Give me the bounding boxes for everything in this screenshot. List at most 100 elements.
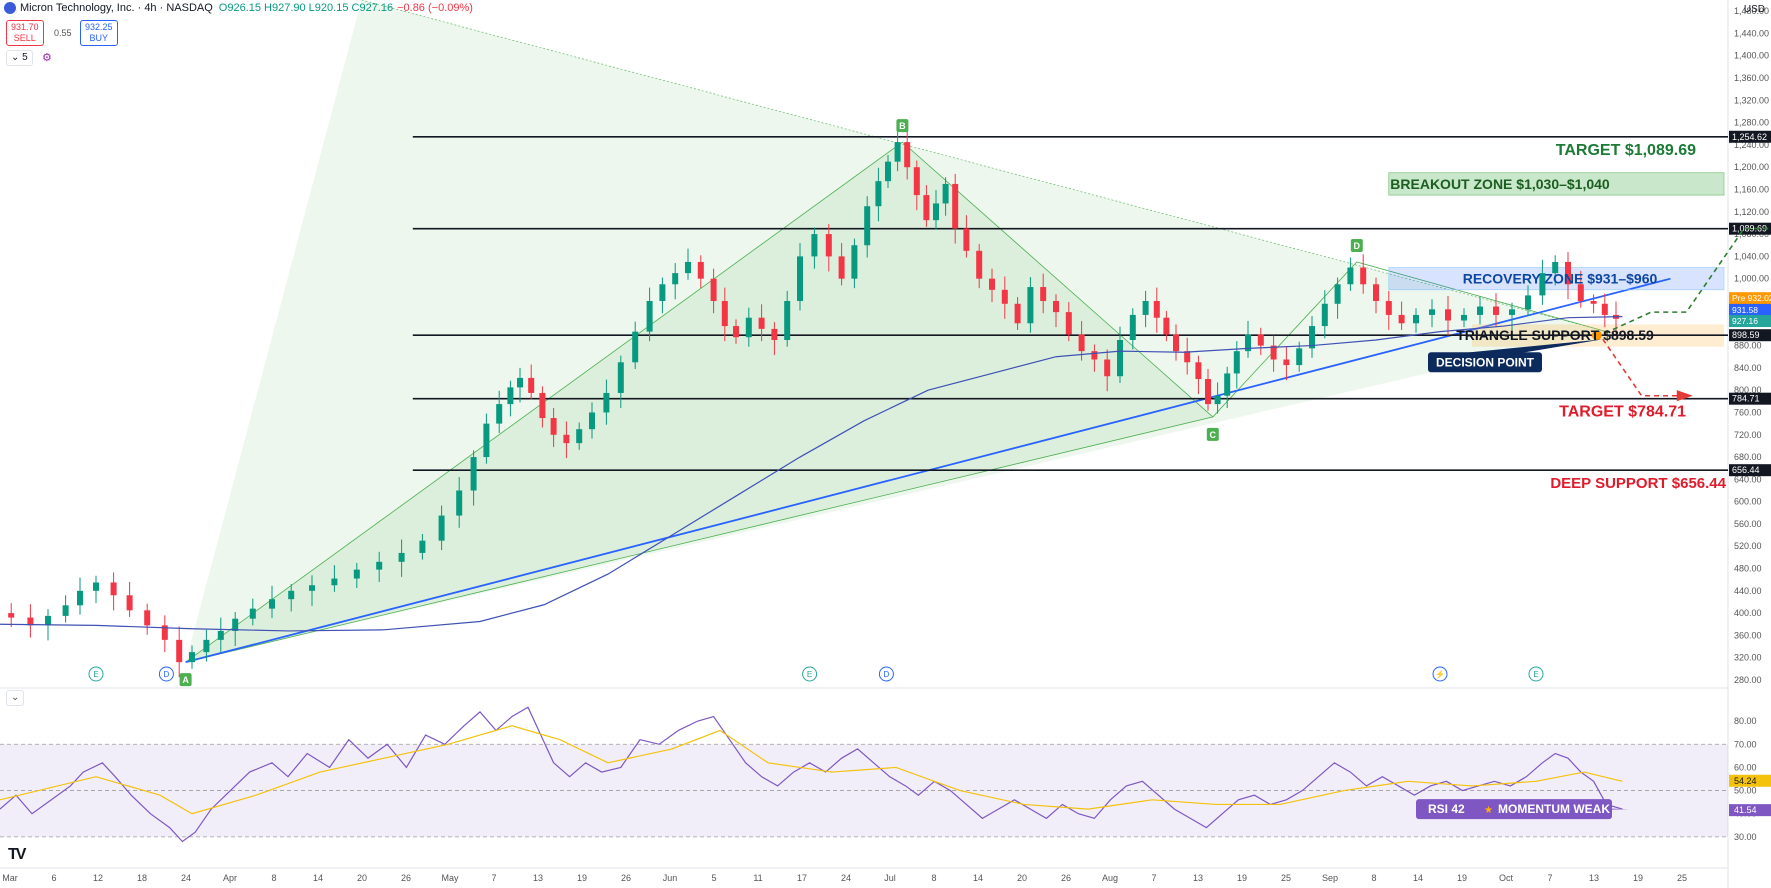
spread-value: 0.55 [54,28,72,38]
time-tick-label: 20 [1017,873,1027,883]
time-tick-label: Sep [1322,873,1338,883]
price-tick-label: 360.00 [1734,630,1762,640]
chevron-down-icon: ⌄ [11,52,23,63]
buy-button[interactable]: 932.25 BUY [80,20,118,46]
candle-up [77,590,83,606]
candle-up [376,561,383,570]
candle-down [923,195,930,221]
sell-button[interactable]: 931.70 SELL [6,20,44,46]
candle-up [309,585,315,591]
candle-down [825,234,832,257]
candle-up [1429,309,1435,315]
candle-up [353,569,360,579]
decision-point-label: DECISION POINT [1436,355,1535,369]
time-tick-label: Jul [884,873,896,883]
rsi-tick-label: 80.00 [1734,716,1757,726]
candle-up [659,284,666,301]
candle-up [470,457,477,491]
settings-icon[interactable]: ⚙ [42,51,52,64]
candle-down [1053,300,1059,313]
time-tick-label: Apr [223,873,237,883]
candle-up [933,203,939,221]
price-chart[interactable]: 280.00 320.00 360.00 400.00 440.00 480.00 520.… [0,0,1771,888]
symbol-title[interactable]: Micron Technology, Inc. · 4h · NASDAQ [20,2,213,14]
candle-down [1014,303,1021,324]
time-tick-label: 24 [181,873,191,883]
time-tick-label: 19 [577,873,587,883]
price-tick-label: 1,360.00 [1734,73,1769,83]
price-level-tag: 898.59 [1732,330,1760,340]
candle-down [1091,351,1098,360]
time-tick-label: 7 [1151,873,1156,883]
indicator-count-toggle[interactable]: ⌄ 5 [6,50,33,66]
candle-down [989,278,995,290]
candle-down [1104,359,1111,377]
rsi-tag: 41.54 [1734,805,1757,815]
candle-down [697,261,704,279]
rsi-tag: 54.24 [1734,776,1757,786]
price-tick-label: 440.00 [1734,586,1762,596]
candle-down [563,434,570,444]
time-tick-label: 8 [931,873,936,883]
candle-down [539,392,546,419]
candle-down [1078,334,1085,352]
time-tick-label: 19 [1237,873,1247,883]
micron-logo-icon [4,2,16,14]
sell-price: 931.70 [11,22,39,32]
price-tick-label: 600.00 [1734,497,1762,507]
candle-up [1321,303,1328,327]
rsi-panel-toggle[interactable]: ⌄ [6,690,25,706]
candle-up [203,639,210,653]
candle-up [496,404,503,424]
candle-up [685,261,691,274]
candle-down [1398,314,1405,324]
currency-label[interactable]: USD [1744,4,1765,15]
time-tick-label: 14 [973,873,983,883]
tradingview-logo-icon[interactable]: TV [8,846,27,864]
price-tick-label: 1,000.00 [1734,274,1769,284]
candle-up [517,377,523,388]
candle-up [1129,314,1136,340]
time-tick-label: 19 [1457,873,1467,883]
buy-label: BUY [89,33,109,43]
candle-down [1257,334,1264,346]
candle-up [438,515,445,541]
price-change: −0.86 (−0.09%) [397,2,473,14]
candle-down [1601,303,1608,315]
target-up-label: TARGET $1,089.69 [1556,142,1696,159]
candle-down [1195,362,1202,380]
recovery-zone-label: RECOVERY ZONE $931–$960 [1463,271,1658,287]
rsi-callout-value: RSI 42 [1428,802,1465,816]
candle-up [1509,309,1515,315]
price-tick-label: 1,040.00 [1734,251,1769,261]
time-tick-label: 19 [1633,873,1643,883]
candle-up [288,590,295,600]
price-tag: 927.16 [1732,316,1758,326]
price-tag: 931.58 [1732,305,1758,315]
time-tick-label: 5 [711,873,716,883]
candle-up [1214,395,1221,405]
time-tick-label: 17 [797,873,807,883]
candle-up [672,273,679,285]
price-tick-label: 880.00 [1734,341,1762,351]
candle-up [398,552,405,562]
candle-down [1360,267,1367,285]
candle-up [646,300,653,332]
candle-down [1373,284,1379,301]
rsi-tick-label: 60.00 [1734,762,1757,772]
time-tick-label: Aug [1102,873,1118,883]
candle-up [1296,348,1303,366]
candle-up [875,181,882,207]
candle-down [1577,284,1584,301]
candle-up [617,362,624,393]
time-tick-label: 26 [401,873,411,883]
candle-up [93,582,99,591]
price-tick-label: 320.00 [1734,653,1762,663]
candle-up [603,392,610,413]
candle-up [507,387,514,405]
bearish-projection-arrow [1602,338,1684,397]
pattern-point-label: B [899,121,906,131]
pattern-point-label: D [1354,241,1361,251]
candle-up [797,256,803,301]
chart-header: Micron Technology, Inc. · 4h · NASDAQ O9… [4,2,473,14]
